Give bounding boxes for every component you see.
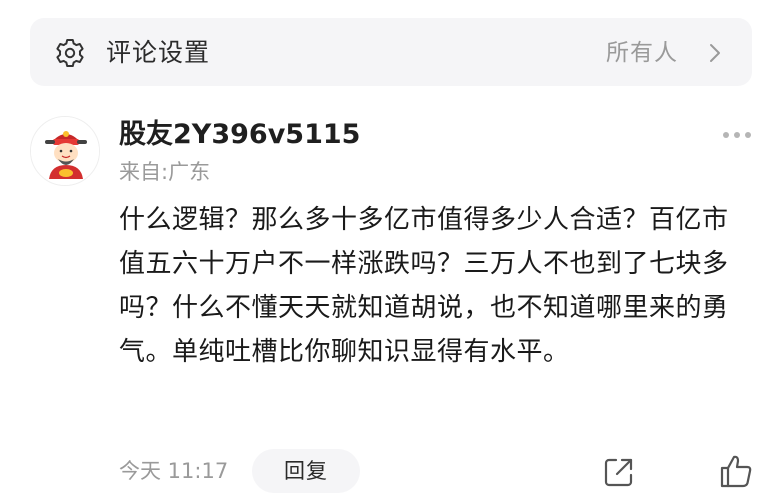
comment-page: 评论设置 所有人 股友2Y396v5115 来自:广东 什么逻辑？那么多十多亿市… (0, 0, 783, 500)
thumbs-up-icon[interactable] (718, 453, 754, 489)
comment-username[interactable]: 股友2Y396v5115 (119, 117, 360, 153)
comment-timestamp: 今天 11:17 (119, 459, 229, 483)
share-icon[interactable] (602, 455, 636, 489)
comment-location: 来自:广东 (119, 160, 211, 184)
comment-text: 什么逻辑？那么多十多亿市值得多少人合适？百亿市值五六十万户不一样涨跌吗？三万人不… (119, 205, 729, 367)
avatar[interactable] (30, 116, 100, 186)
reply-button[interactable]: 回复 (252, 449, 360, 493)
avatar-caishen-image (31, 117, 99, 185)
comment-settings-bar[interactable]: 评论设置 所有人 (30, 18, 752, 86)
more-dots-icon[interactable] (722, 130, 752, 140)
gear-icon (56, 39, 84, 67)
comment-settings-label: 评论设置 (106, 38, 211, 67)
comment-permission-value: 所有人 (606, 40, 678, 66)
chevron-right-icon (710, 44, 720, 62)
